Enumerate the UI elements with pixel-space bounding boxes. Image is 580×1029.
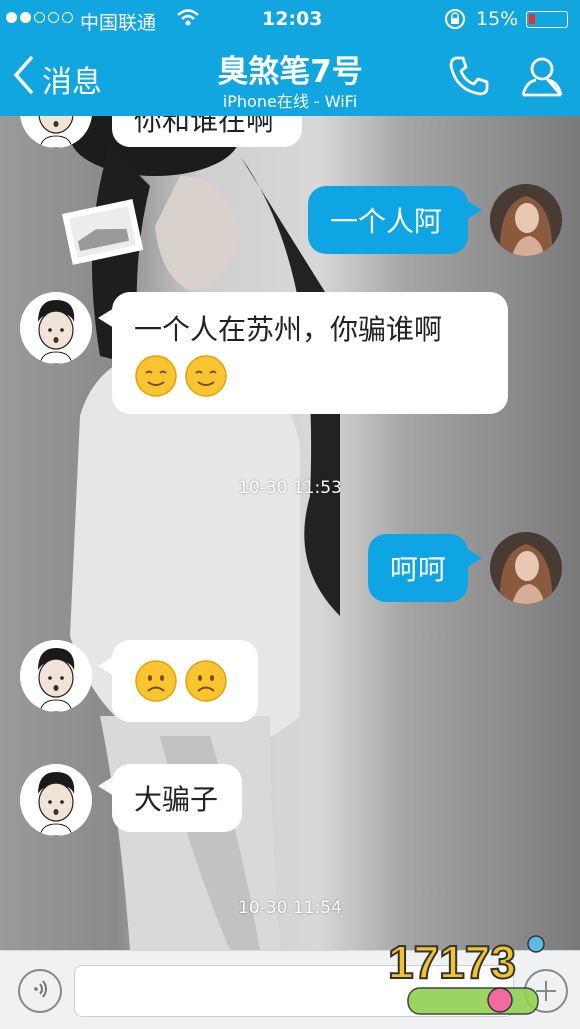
contact-avatar[interactable] bbox=[20, 292, 92, 364]
my-avatar[interactable] bbox=[490, 532, 562, 604]
nav-bar: 消息 臭煞笔7号 iPhone在线 - WiFi bbox=[0, 38, 580, 116]
smile-emoji-icon bbox=[135, 355, 177, 397]
watermark-logo: 17173 bbox=[388, 935, 545, 1015]
message-bubble-incoming[interactable]: 你和谁在啊 bbox=[112, 116, 302, 147]
message-text: 呵呵 bbox=[390, 553, 447, 586]
clock: 12:03 bbox=[262, 8, 323, 30]
contact-profile-button[interactable] bbox=[518, 52, 566, 100]
contact-avatar[interactable] bbox=[20, 764, 92, 836]
signal-strength-icon bbox=[6, 12, 73, 23]
message-bubble-incoming[interactable]: 大骗子 bbox=[112, 764, 242, 832]
battery-percent: 15% bbox=[476, 8, 519, 30]
message-bubble-outgoing[interactable]: 呵呵 bbox=[368, 534, 468, 602]
battery-icon bbox=[526, 11, 568, 28]
contact-status: iPhone在线 - WiFi bbox=[222, 92, 358, 111]
sad-emoji-icon bbox=[185, 660, 227, 702]
message-bubble-incoming[interactable] bbox=[112, 640, 258, 722]
message-bubble-incoming[interactable]: 一个人在苏州，你骗谁啊 bbox=[112, 292, 508, 414]
watermark-text: 17173 bbox=[388, 936, 516, 988]
message-text: 一个人阿 bbox=[330, 205, 443, 238]
message-timestamp: 10-30 11:54 bbox=[238, 898, 342, 918]
wifi-icon bbox=[176, 8, 200, 33]
contact-name: 臭煞笔7号 bbox=[217, 54, 363, 90]
bubble-tail bbox=[466, 548, 482, 568]
bubble-tail bbox=[466, 200, 482, 220]
contact-avatar[interactable] bbox=[20, 640, 92, 712]
smile-emoji-icon bbox=[185, 355, 227, 397]
status-bar: 中国联通 12:03 15% bbox=[0, 0, 580, 38]
rotation-lock-icon bbox=[444, 8, 466, 35]
message-bubble-outgoing[interactable]: 一个人阿 bbox=[308, 186, 468, 254]
my-avatar[interactable] bbox=[490, 184, 562, 256]
voice-icon bbox=[28, 977, 52, 1005]
chat-area[interactable]: 你和谁在啊 一个人阿 一个人在苏州，你骗谁啊 10-30 11:53 呵呵 大骗… bbox=[0, 116, 580, 950]
phone-icon bbox=[444, 56, 492, 104]
person-icon bbox=[518, 57, 566, 104]
call-button[interactable] bbox=[444, 52, 492, 100]
message-text: 一个人在苏州，你骗谁啊 bbox=[134, 313, 443, 346]
sad-emoji-icon bbox=[135, 660, 177, 702]
message-timestamp: 10-30 11:53 bbox=[238, 478, 342, 498]
message-text: 你和谁在啊 bbox=[134, 116, 275, 137]
voice-input-button[interactable] bbox=[18, 969, 62, 1013]
carrier-name: 中国联通 bbox=[80, 12, 157, 34]
message-text: 大骗子 bbox=[134, 783, 219, 816]
